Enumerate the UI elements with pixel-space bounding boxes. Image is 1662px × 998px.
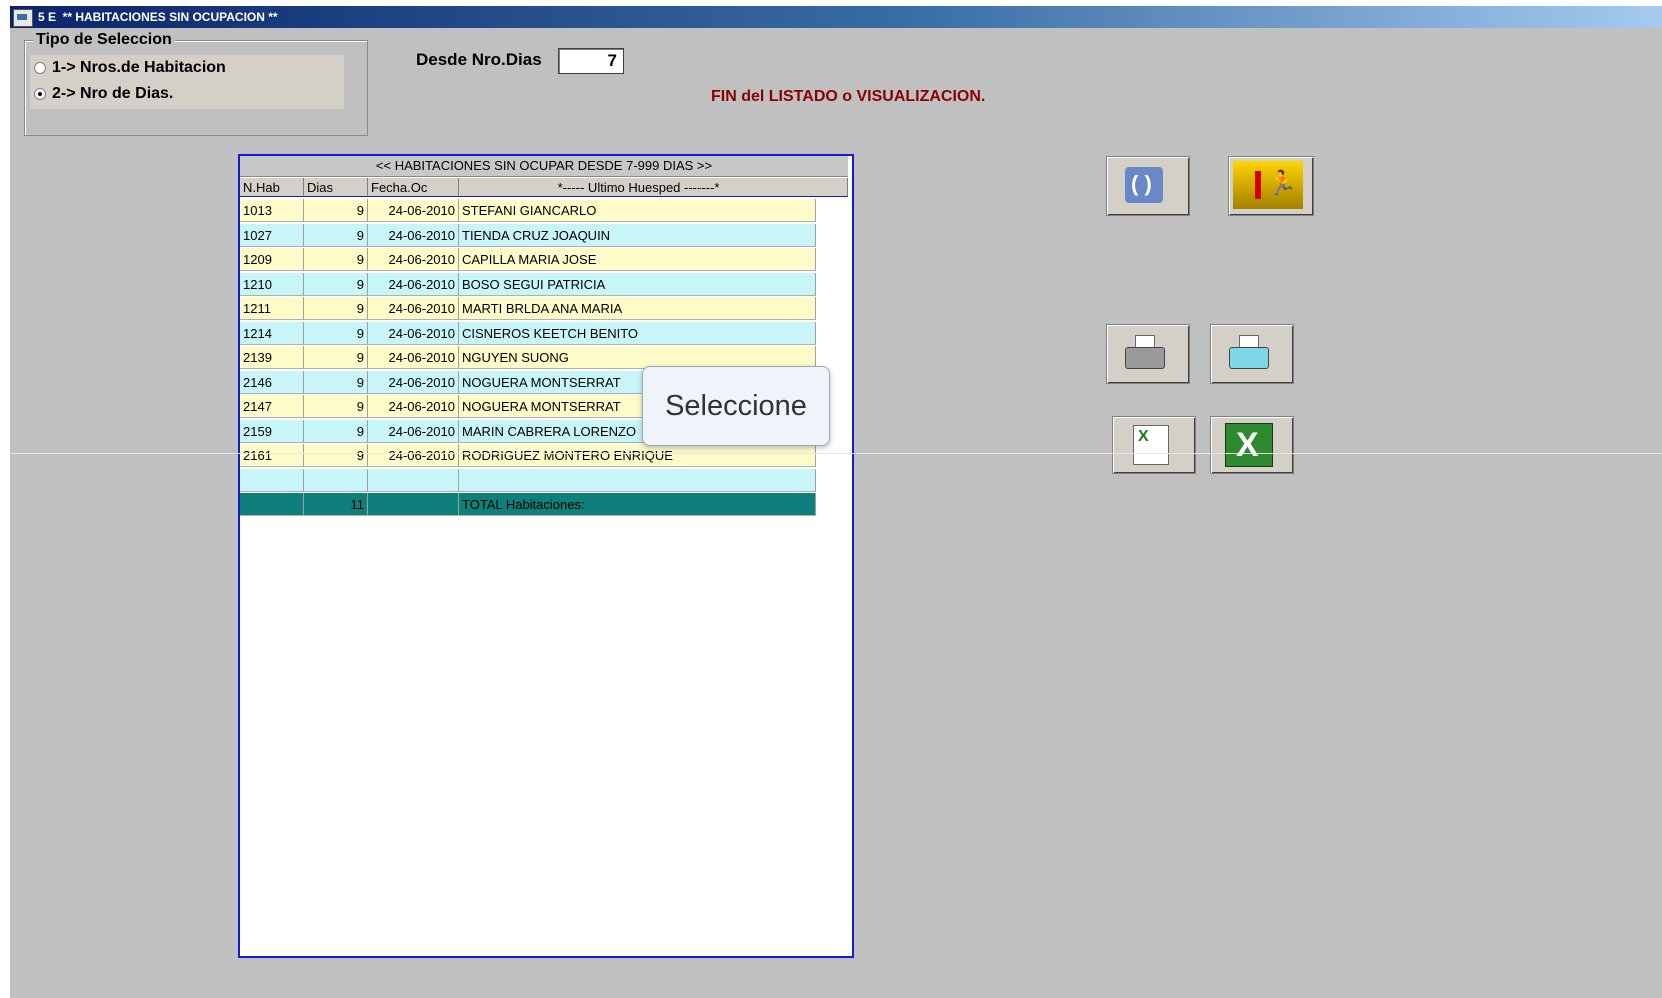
table-row[interactable]: 1209 9 24-06-2010 CAPILLA MARIA JOSE <box>240 248 816 271</box>
status-message: FIN del LISTADO o VISUALIZACION. <box>711 88 986 105</box>
exit-door-icon <box>1233 161 1303 209</box>
cell-dias[interactable]: 9 <box>304 370 368 394</box>
table-row[interactable]: 1210 9 24-06-2010 BOSO SEGUI PATRICIA <box>240 272 816 296</box>
cell-huesped[interactable]: CAPILLA MARIA JOSE <box>459 248 816 271</box>
cell-dias[interactable]: 9 <box>304 199 368 222</box>
cell-huesped[interactable]: TIENDA CRUZ JOAQUIN <box>459 223 816 247</box>
tooltip: Seleccione <box>642 366 830 446</box>
cell-dias[interactable]: 9 <box>304 248 368 271</box>
cell-fecha[interactable]: 24-06-2010 <box>368 395 459 418</box>
table-row[interactable]: 2161 9 24-06-2010 RODRIGUEZ MONTERO ENRIQUE <box>240 444 816 467</box>
table-row[interactable]: 1027 9 24-06-2010 TIENDA CRUZ JOAQUIN <box>240 223 816 247</box>
cell-fecha[interactable]: 24-06-2010 <box>368 297 459 320</box>
grid-title: << HABITACIONES SIN OCUPAR DESDE 7-999 D… <box>240 156 848 177</box>
cell-dias[interactable]: 9 <box>304 223 368 247</box>
cell-hab[interactable]: 1210 <box>240 272 304 296</box>
column-header-days[interactable]: Dias <box>304 178 368 197</box>
cell-fecha[interactable]: 24-06-2010 <box>368 419 459 443</box>
cell-hab[interactable]: 2146 <box>240 370 304 394</box>
cell-fecha[interactable]: 24-06-2010 <box>368 199 459 222</box>
cell-hab[interactable]: 1027 <box>240 223 304 247</box>
cell-fecha[interactable] <box>368 493 459 516</box>
rooms-grid[interactable]: << HABITACIONES SIN OCUPAR DESDE 7-999 D… <box>238 154 854 958</box>
title-bar[interactable]: 5 E ** HABITACIONES SIN OCUPACION ** <box>10 6 1662 28</box>
cell-huesped[interactable] <box>459 468 816 492</box>
cell-dias[interactable]: 11 <box>304 493 368 516</box>
cell-dias[interactable]: 9 <box>304 346 368 369</box>
cell-dias[interactable]: 9 <box>304 444 368 467</box>
cell-dias[interactable]: 9 <box>304 395 368 418</box>
cell-fecha[interactable]: 24-06-2010 <box>368 346 459 369</box>
cell-dias[interactable]: 9 <box>304 321 368 345</box>
cell-hab[interactable]: 2159 <box>240 419 304 443</box>
table-row[interactable] <box>240 468 816 492</box>
window-title: 5 E ** HABITACIONES SIN OCUPACION ** <box>38 10 278 24</box>
cell-hab[interactable] <box>240 468 304 492</box>
cell-fecha[interactable]: 24-06-2010 <box>368 223 459 247</box>
divider-line <box>10 453 1662 454</box>
column-header-guest[interactable]: *----- Ultimo Huesped -------* <box>459 178 848 197</box>
printer-color-icon <box>1229 335 1269 369</box>
cell-dias[interactable]: 9 <box>304 272 368 296</box>
days-filter-label: Desde Nro.Dias <box>416 50 542 69</box>
cell-hab[interactable]: 1013 <box>240 199 304 222</box>
refresh-button[interactable] <box>1106 156 1190 216</box>
radio-button-checked[interactable] <box>34 88 46 100</box>
cell-hab[interactable] <box>240 493 304 516</box>
days-filter-input[interactable]: 7 <box>558 48 624 74</box>
total-row[interactable]: 11 TOTAL Habitaciones: <box>240 493 816 516</box>
refresh-icon <box>1125 167 1163 203</box>
cell-huesped[interactable]: BOSO SEGUI PATRICIA <box>459 272 816 296</box>
exit-button[interactable] <box>1228 156 1314 216</box>
column-header-date[interactable]: Fecha.Oc <box>368 178 459 197</box>
table-row[interactable]: 1214 9 24-06-2010 CISNEROS KEETCH BENITO <box>240 321 816 345</box>
cell-hab[interactable]: 1214 <box>240 321 304 345</box>
selection-type-legend: Tipo de Seleccion <box>33 31 175 49</box>
cell-fecha[interactable]: 24-06-2010 <box>368 321 459 345</box>
cell-fecha[interactable]: 24-06-2010 <box>368 272 459 296</box>
cell-dias[interactable]: 9 <box>304 297 368 320</box>
cell-huesped[interactable]: MARTI BRLDA ANA MARIA <box>459 297 816 320</box>
print-button[interactable] <box>1210 324 1294 384</box>
cell-huesped[interactable]: TOTAL Habitaciones: <box>459 493 816 516</box>
cell-hab[interactable]: 2147 <box>240 395 304 418</box>
cell-fecha[interactable] <box>368 468 459 492</box>
export-excel-button[interactable] <box>1112 416 1196 474</box>
cell-fecha[interactable]: 24-06-2010 <box>368 248 459 271</box>
cell-huesped[interactable]: STEFANI GIANCARLO <box>459 199 816 222</box>
cell-dias[interactable]: 9 <box>304 419 368 443</box>
radio-label: 1-> Nros.de Habitacion <box>52 59 226 76</box>
table-row[interactable]: 1211 9 24-06-2010 MARTI BRLDA ANA MARIA <box>240 297 816 320</box>
cell-dias[interactable] <box>304 468 368 492</box>
cell-huesped[interactable]: RODRIGUEZ MONTERO ENRIQUE <box>459 444 816 467</box>
cell-fecha[interactable]: 24-06-2010 <box>368 444 459 467</box>
app-icon[interactable] <box>13 9 33 27</box>
cell-fecha[interactable]: 24-06-2010 <box>368 370 459 394</box>
cell-huesped[interactable]: CISNEROS KEETCH BENITO <box>459 321 816 345</box>
printer-icon <box>1125 335 1165 369</box>
table-row[interactable]: 1013 9 24-06-2010 STEFANI GIANCARLO <box>240 199 816 222</box>
cell-hab[interactable]: 1209 <box>240 248 304 271</box>
cell-hab[interactable]: 2161 <box>240 444 304 467</box>
radio-panel: 1-> Nros.de Habitacion 2-> Nro de Dias. <box>30 55 344 109</box>
selection-type-group: Tipo de Seleccion 1-> Nros.de Habitacion… <box>24 31 368 136</box>
radio-label: 2-> Nro de Dias. <box>52 85 174 102</box>
cell-hab[interactable]: 1211 <box>240 297 304 320</box>
cell-hab[interactable]: 2139 <box>240 346 304 369</box>
open-excel-button[interactable] <box>1210 416 1294 474</box>
print-preview-button[interactable] <box>1106 324 1190 384</box>
excel-icon <box>1225 423 1273 467</box>
radio-button[interactable] <box>34 62 46 74</box>
column-header-room[interactable]: N.Hab <box>240 178 304 197</box>
app-window: 5 E ** HABITACIONES SIN OCUPACION ** Tip… <box>10 6 1662 998</box>
excel-document-icon <box>1133 425 1169 465</box>
